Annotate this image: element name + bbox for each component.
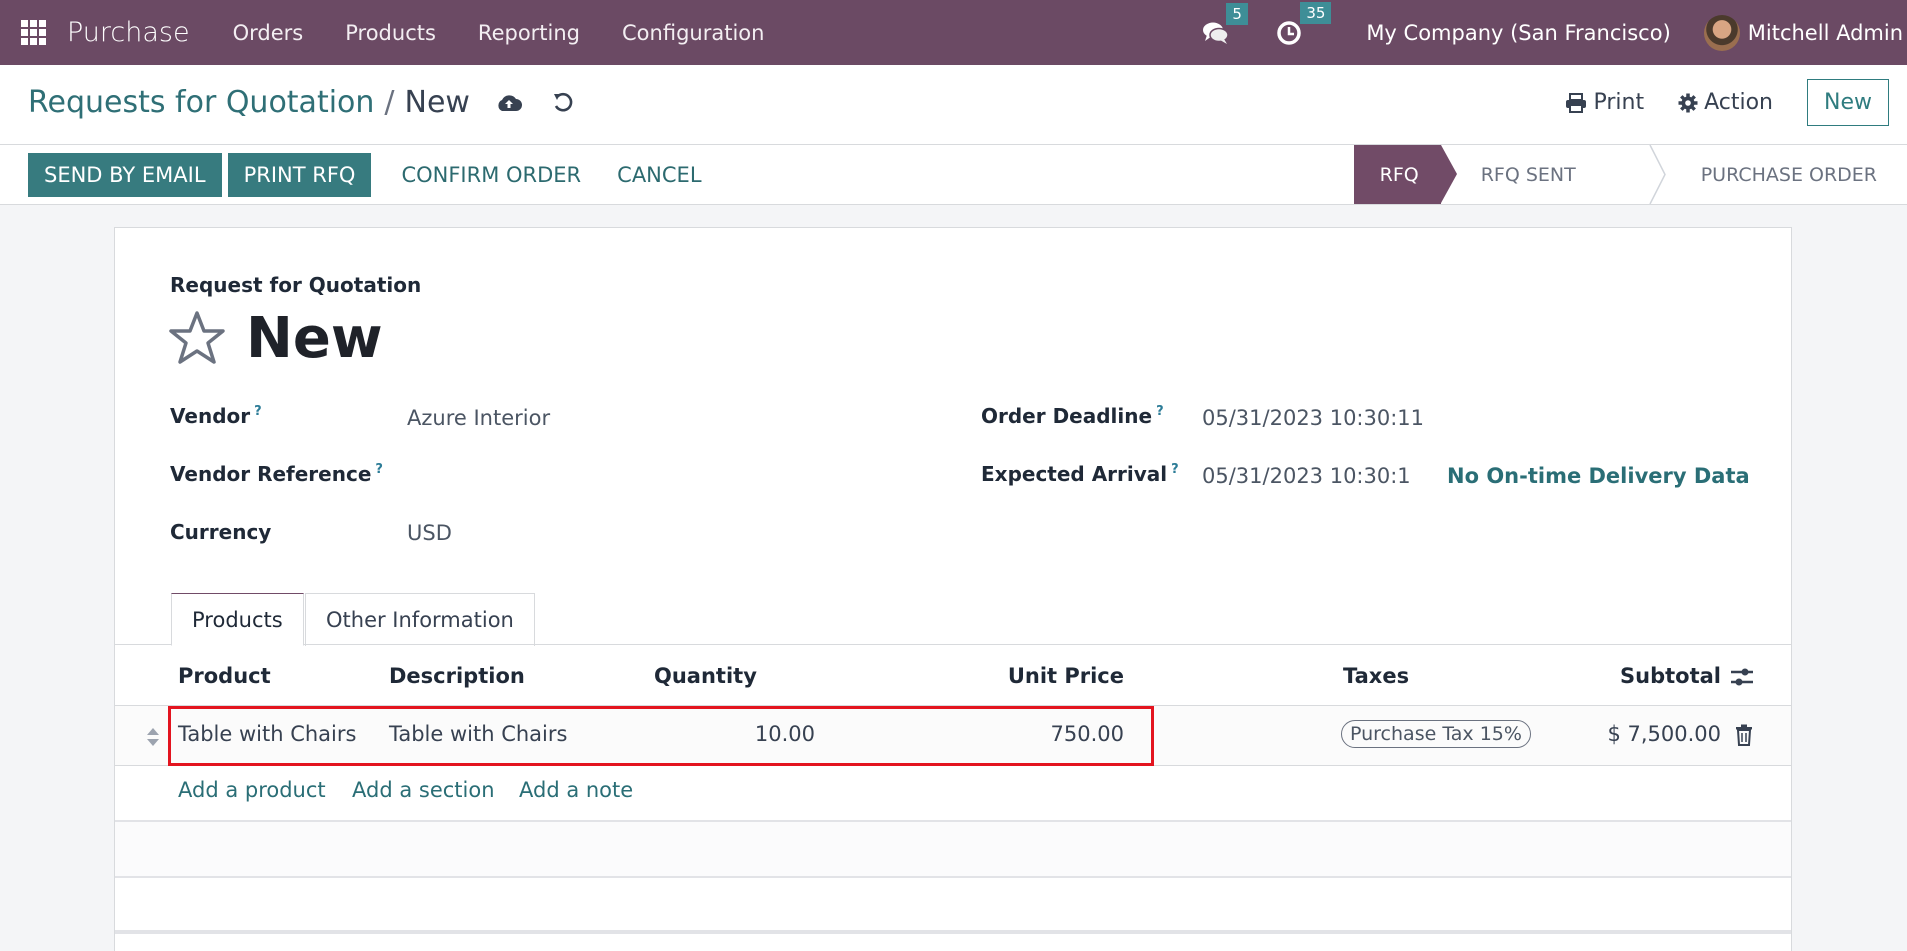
activities-count-badge: 35 [1300,1,1332,24]
stage-progress: RFQ RFQ SENT PURCHASE ORDER [1353,145,1907,204]
trash-icon[interactable] [1735,724,1753,746]
print-label: Print [1593,90,1645,115]
messages-button[interactable]: 5 [1202,2,1248,45]
optional-columns-toggle-icon[interactable] [1730,666,1754,688]
cell-subtotal: $ 7,500.00 [1607,722,1721,746]
discard-undo-icon[interactable] [552,91,574,115]
tax-tag[interactable]: Purchase Tax 15% [1341,720,1531,748]
activities-button[interactable]: 35 [1276,1,1332,46]
company-switcher[interactable]: My Company (San Francisco) [1366,21,1670,45]
stage-rfq-sent[interactable]: RFQ SENT [1441,145,1667,204]
order-lines-table: Product Description Quantity Unit Price … [115,646,1791,934]
send-by-email-button[interactable]: SEND BY EMAIL [28,153,222,197]
help-tooltip-icon[interactable]: ? [254,404,262,419]
favorite-star-icon[interactable] [168,310,226,366]
order-deadline-field[interactable]: 05/31/2023 10:30:11 [1202,406,1424,430]
control-panel: Requests for Quotation / New Print Actio… [0,65,1907,145]
breadcrumb-current: New [404,85,470,120]
help-tooltip-icon[interactable]: ? [1171,462,1179,477]
expected-arrival-field[interactable]: 05/31/2023 10:30:1 [1202,464,1411,488]
vendor-field[interactable]: Azure Interior [407,406,550,430]
add-section-link[interactable]: Add a section [352,778,495,802]
empty-row [115,878,1791,934]
menu-reporting[interactable]: Reporting [478,21,580,45]
notebook-tabs: Products Other Information [115,591,1791,646]
column-product[interactable]: Product [178,664,271,688]
add-product-link[interactable]: Add a product [178,778,326,802]
tab-other-information[interactable]: Other Information [305,593,535,646]
add-note-link[interactable]: Add a note [519,778,633,802]
action-button[interactable]: Action [1678,90,1773,115]
order-deadline-label: Order Deadline? [981,404,1164,428]
currency-field[interactable]: USD [407,521,452,545]
save-cloud-icon[interactable] [496,92,522,114]
breadcrumb: Requests for Quotation / New [28,85,574,120]
empty-row [115,822,1791,878]
table-header: Product Description Quantity Unit Price … [115,646,1791,706]
help-tooltip-icon[interactable]: ? [375,462,383,477]
column-subtotal[interactable]: Subtotal [1620,664,1721,688]
breadcrumb-separator: / [384,85,395,120]
messages-count-badge: 5 [1226,2,1248,25]
print-rfq-button[interactable]: PRINT RFQ [227,153,372,197]
currency-label: Currency [170,520,272,544]
drag-handle-icon[interactable] [146,726,160,748]
stage-rfq-sent-label: RFQ SENT [1480,163,1576,186]
help-tooltip-icon[interactable]: ? [1156,404,1164,419]
column-description[interactable]: Description [389,664,525,688]
user-avatar[interactable] [1703,14,1740,51]
vendor-reference-field[interactable] [407,462,907,490]
expected-arrival-label: Expected Arrival? [981,462,1179,486]
table-row[interactable]: Table with Chairs Table with Chairs 10.0… [115,706,1791,766]
action-label: Action [1704,90,1773,115]
confirm-order-button[interactable]: CONFIRM ORDER [385,153,597,197]
printer-icon [1566,92,1587,113]
vendor-label: Vendor? [170,404,262,428]
gear-icon [1678,93,1698,112]
top-navbar: Purchase Orders Products Reporting Confi… [0,0,1907,65]
app-name[interactable]: Purchase [67,17,190,48]
breadcrumb-rfq-link[interactable]: Requests for Quotation [28,85,374,120]
clock-icon [1277,20,1302,45]
column-quantity[interactable]: Quantity [654,664,757,688]
menu-configuration[interactable]: Configuration [622,21,764,45]
new-record-button[interactable]: New [1807,79,1889,126]
highlight-box [168,706,1154,766]
apps-menu-icon[interactable] [21,19,47,46]
print-button[interactable]: Print [1565,90,1644,115]
menu-products[interactable]: Products [345,21,436,45]
add-line-row: Add a product Add a section Add a note [115,766,1791,822]
stage-purchase-order[interactable]: PURCHASE ORDER [1667,145,1907,204]
on-time-delivery-link[interactable]: No On-time Delivery Data [1447,464,1750,488]
menu-orders[interactable]: Orders [233,21,304,45]
vendor-reference-label: Vendor Reference? [170,462,383,486]
status-bar: SEND BY EMAIL PRINT RFQ CONFIRM ORDER CA… [0,145,1907,205]
record-title: New [246,306,383,371]
stage-rfq[interactable]: RFQ [1353,145,1457,204]
column-taxes[interactable]: Taxes [1343,664,1409,688]
user-menu[interactable]: Mitchell Admin [1748,21,1903,45]
stage-separator-icon [1649,145,1666,204]
cancel-button[interactable]: CANCEL [601,153,717,197]
column-unit-price[interactable]: Unit Price [1008,664,1124,688]
record-type-label: Request for Quotation [170,273,422,297]
form-sheet: Request for Quotation New Vendor? Azure … [114,227,1792,951]
tab-products[interactable]: Products [171,593,304,646]
